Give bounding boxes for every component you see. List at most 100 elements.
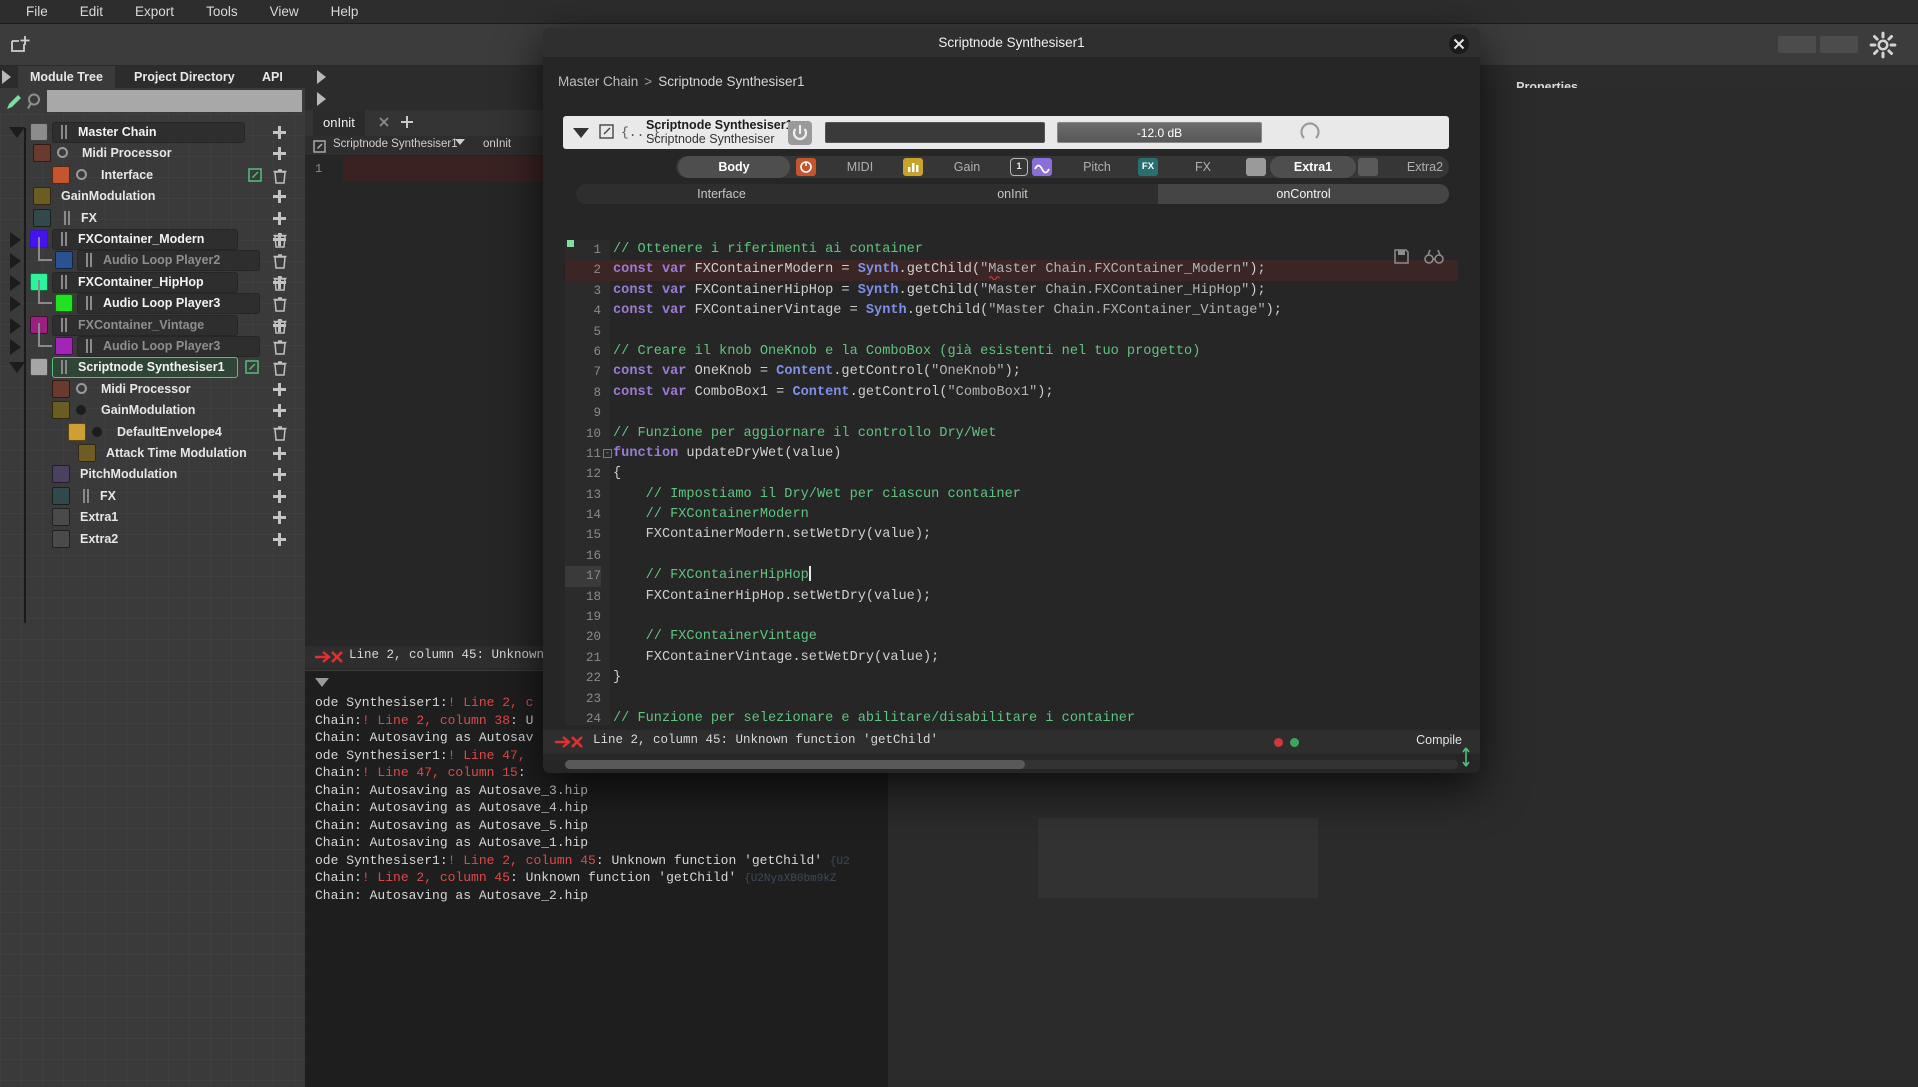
menu-item-edit[interactable]: Edit bbox=[64, 2, 119, 21]
search-binoculars-icon[interactable] bbox=[1424, 248, 1444, 265]
add-module-button[interactable] bbox=[272, 510, 287, 525]
chain-tab-fx[interactable]: FX bbox=[1164, 156, 1242, 178]
tree-row[interactable]: Audio Loop Player3 bbox=[0, 323, 305, 357]
module-color-swatch[interactable] bbox=[33, 187, 51, 206]
tab-project-directory[interactable]: Project Directory bbox=[122, 66, 247, 88]
chain-tabbar[interactable]: Body MIDI Gain 1 Pitch FX FX Extra1 Extra2 bbox=[676, 156, 1449, 178]
tree-row[interactable]: Extra2 bbox=[0, 529, 305, 550]
module-color-swatch[interactable] bbox=[55, 294, 73, 313]
tree-row[interactable]: Audio Loop Player3 bbox=[0, 280, 305, 315]
dialog-error-bar[interactable]: Line 2, column 45: Unknown function 'get… bbox=[543, 730, 1480, 754]
module-color-swatch[interactable] bbox=[52, 401, 70, 420]
module-color-swatch[interactable] bbox=[52, 379, 70, 398]
tree-row[interactable]: Scriptnode Synthesiser1 bbox=[0, 357, 305, 379]
chain-tab-body[interactable]: Body bbox=[678, 156, 790, 178]
delete-module-button[interactable] bbox=[273, 339, 287, 355]
menu-item-help[interactable]: Help bbox=[315, 2, 375, 21]
add-module-button[interactable] bbox=[272, 189, 287, 204]
chevron-down-icon[interactable] bbox=[9, 127, 25, 138]
chevron-down-icon[interactable] bbox=[9, 362, 25, 374]
compile-button[interactable]: Compile bbox=[1416, 733, 1462, 747]
bypass-ring-icon[interactable] bbox=[57, 147, 68, 159]
module-color-swatch[interactable] bbox=[52, 465, 70, 484]
add-module-button[interactable] bbox=[272, 211, 287, 226]
module-color-swatch[interactable] bbox=[30, 123, 48, 141]
horizontal-scrollbar[interactable] bbox=[565, 760, 1458, 769]
center-collapse-arrow-icon[interactable] bbox=[317, 92, 326, 106]
add-module-button[interactable] bbox=[272, 403, 287, 418]
popout-icon[interactable] bbox=[313, 140, 326, 153]
toolbar-button-a[interactable] bbox=[1778, 36, 1816, 53]
chain-tab-midi[interactable]: MIDI bbox=[821, 156, 899, 178]
add-module-button[interactable] bbox=[272, 532, 287, 547]
menu-item-file[interactable]: File bbox=[10, 2, 64, 21]
sub-tab-interface[interactable]: Interface bbox=[576, 184, 867, 204]
bypass-ring-icon[interactable] bbox=[76, 168, 87, 180]
tree-row[interactable]: PitchModulation bbox=[0, 464, 305, 485]
popout-icon[interactable] bbox=[248, 168, 262, 182]
scriptnode-dialog[interactable]: Scriptnode Synthesiser1 Master Chain > Scr… bbox=[543, 28, 1480, 773]
drag-handle-icon[interactable] bbox=[60, 317, 67, 332]
chain-tab-extra1[interactable]: Extra1 bbox=[1270, 156, 1356, 178]
drag-handle-icon[interactable] bbox=[85, 296, 92, 311]
chain-tab-pitch[interactable]: Pitch bbox=[1058, 156, 1136, 178]
chevron-right-icon[interactable] bbox=[10, 296, 21, 313]
chain-tab-icon-extra1[interactable] bbox=[1246, 158, 1266, 176]
bypass-ring-icon[interactable] bbox=[76, 382, 87, 394]
add-module-button[interactable] bbox=[272, 467, 287, 482]
center-tab-oninit[interactable]: onInit bbox=[313, 110, 365, 136]
gain-slider[interactable]: -12.0 dB bbox=[1057, 122, 1262, 143]
tree-row[interactable]: Attack Time Modulation bbox=[0, 443, 305, 464]
add-module-button[interactable] bbox=[272, 446, 287, 461]
right-panel-collapse-arrow-icon[interactable] bbox=[317, 70, 326, 84]
module-color-swatch[interactable] bbox=[33, 208, 51, 227]
panel-collapse-arrow-icon[interactable] bbox=[2, 70, 11, 84]
new-project-icon[interactable] bbox=[8, 32, 34, 58]
tab-api[interactable]: API bbox=[250, 66, 295, 88]
add-module-button[interactable] bbox=[272, 489, 287, 504]
drag-handle-icon[interactable] bbox=[60, 360, 67, 375]
menu-item-tools[interactable]: Tools bbox=[190, 2, 254, 21]
console-collapse-icon[interactable] bbox=[315, 678, 329, 687]
chevron-right-icon[interactable] bbox=[10, 232, 21, 248]
module-color-swatch[interactable] bbox=[55, 337, 73, 355]
chain-tab-extra2[interactable]: Extra2 bbox=[1382, 156, 1449, 178]
tree-row[interactable]: Interface bbox=[0, 165, 305, 186]
tree-row[interactable]: Extra1 bbox=[0, 507, 305, 528]
delete-module-button[interactable] bbox=[273, 253, 287, 270]
knob-icon[interactable] bbox=[1298, 120, 1322, 144]
delete-module-button[interactable] bbox=[273, 232, 287, 248]
delete-module-button[interactable] bbox=[273, 275, 287, 291]
add-module-button[interactable] bbox=[272, 125, 287, 140]
drag-handle-icon[interactable] bbox=[85, 339, 92, 353]
tree-row[interactable]: Midi Processor bbox=[0, 143, 305, 164]
breadcrumb-root[interactable]: Master Chain bbox=[558, 74, 638, 89]
chevron-right-icon[interactable] bbox=[10, 317, 21, 334]
status-dot-red[interactable] bbox=[1274, 738, 1283, 747]
callback-tabbar[interactable]: Interface onInit onControl bbox=[576, 184, 1449, 204]
module-color-swatch[interactable] bbox=[55, 251, 73, 270]
pencil-icon[interactable] bbox=[5, 93, 23, 111]
add-module-button[interactable] bbox=[272, 146, 287, 161]
chain-tab-icon-midi[interactable] bbox=[796, 158, 816, 176]
delete-module-button[interactable] bbox=[273, 296, 287, 312]
chevron-right-icon[interactable] bbox=[10, 253, 21, 270]
chain-tab-icon-pitch[interactable] bbox=[1032, 158, 1052, 176]
chevron-right-icon[interactable] bbox=[10, 274, 21, 291]
module-color-swatch[interactable] bbox=[52, 165, 70, 184]
search-icon[interactable] bbox=[26, 92, 44, 110]
module-color-swatch[interactable] bbox=[52, 508, 70, 527]
popout-icon[interactable] bbox=[599, 124, 615, 140]
delete-module-button[interactable] bbox=[273, 168, 287, 184]
delete-module-button[interactable] bbox=[273, 360, 287, 377]
gear-icon[interactable] bbox=[1868, 30, 1898, 60]
module-color-swatch[interactable] bbox=[78, 444, 96, 462]
chain-tab-icon-gain[interactable] bbox=[903, 158, 923, 176]
dialog-titlebar[interactable]: Scriptnode Synthesiser1 bbox=[543, 28, 1480, 58]
module-color-swatch[interactable] bbox=[68, 422, 86, 441]
add-tab-icon[interactable] bbox=[399, 114, 415, 130]
menu-item-export[interactable]: Export bbox=[119, 2, 190, 21]
modulation-dot-icon[interactable] bbox=[76, 405, 86, 416]
chevron-down-icon[interactable] bbox=[455, 139, 465, 145]
tree-row[interactable]: DefaultEnvelope4 bbox=[0, 422, 305, 443]
